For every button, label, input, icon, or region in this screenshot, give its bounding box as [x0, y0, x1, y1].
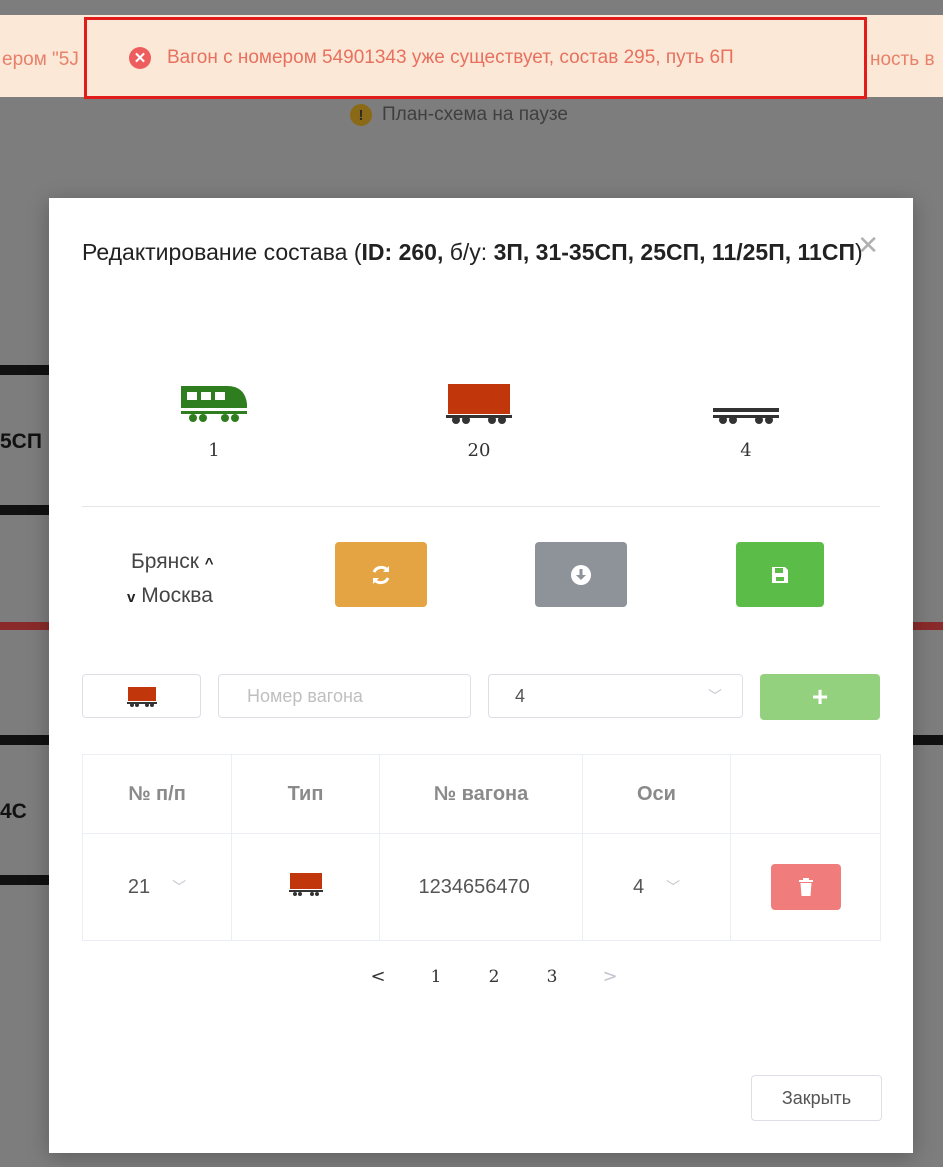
close-button[interactable]: Закрыть [751, 1075, 882, 1121]
route-to: Москва [141, 584, 213, 607]
close-icon[interactable]: ✕ [857, 232, 879, 258]
download-button[interactable] [535, 542, 627, 607]
row-type [231, 833, 380, 941]
edit-train-modal: Редактирование состава (ID: 260, б/у: 3П… [49, 198, 913, 1153]
pause-notice-text: План-схема на паузе [382, 104, 568, 125]
table-header-row: № п/п Тип № вагона Оси [82, 754, 881, 834]
save-button[interactable] [736, 542, 824, 607]
row-index-value: 21 [127, 875, 151, 898]
freight-wagon-icon [126, 687, 157, 707]
divider [82, 506, 880, 507]
freight-wagon-icon [288, 873, 323, 896]
wagon-count: 20 [419, 378, 539, 461]
header-index: № п/п [82, 754, 232, 834]
track-label: 5СП [0, 430, 42, 453]
freight-wagon-icon [446, 384, 512, 424]
error-toast: ✕ Вагон с номером 54901343 уже существуе… [84, 17, 867, 99]
axles-select-value: 4 [515, 685, 526, 706]
title-prefix: Редактирование состава ( [82, 239, 362, 265]
header-actions [730, 754, 881, 834]
header-wagon-number: № вагона [379, 754, 583, 834]
track-line [913, 735, 943, 745]
table-row: 21 ﹀ 1234656470 4 ﹀ [82, 833, 881, 941]
locomotive-count-value: 1 [208, 440, 220, 461]
row-index-select[interactable]: 21 ﹀ [82, 833, 232, 941]
wagon-number-field[interactable] [218, 674, 471, 718]
track-list: 3П, 31-35СП, 25СП, 11/25П, 11СП [493, 239, 855, 265]
row-wagon-number[interactable]: 1234656470 [379, 833, 583, 941]
header-axles: Оси [582, 754, 731, 834]
wagon-table: № п/п Тип № вагона Оси 21 ﹀ 1234656470 4… [82, 754, 881, 941]
chevron-down-icon: ﹀ [172, 879, 187, 895]
delete-row-button[interactable] [770, 864, 841, 910]
track-line [0, 365, 50, 375]
trash-icon [798, 878, 813, 896]
warning-icon: ! [350, 104, 372, 126]
row-actions [730, 833, 881, 941]
pagination: < 1 2 3 > [349, 966, 639, 987]
track-line-red [913, 622, 943, 630]
row-axles-value: 4 [632, 875, 645, 898]
track-label: 4С [0, 800, 27, 823]
refresh-icon [372, 565, 390, 584]
train-id: ID: 260, [361, 239, 444, 265]
title-mid: б/у: [443, 239, 494, 265]
flatcar-count: 4 [686, 378, 806, 461]
page-3[interactable]: 3 [523, 967, 581, 987]
header-type: Тип [231, 754, 380, 834]
wagon-type-select[interactable] [82, 674, 201, 718]
axles-select[interactable]: 4 ﹀ [488, 674, 743, 718]
row-axles-select[interactable]: 4 ﹀ [582, 833, 731, 941]
chevron-down-icon: ﹀ [666, 879, 681, 895]
track-line-red [0, 622, 50, 630]
next-page-button[interactable]: > [581, 966, 639, 987]
pause-notice: ! План-схема на паузе [350, 104, 568, 126]
route-direction[interactable]: Брянск ^ v Москва [127, 546, 214, 614]
refresh-button[interactable] [335, 542, 427, 607]
add-wagon-button[interactable]: + [760, 674, 880, 720]
error-toast-message: Вагон с номером 54901343 уже существует,… [167, 47, 734, 68]
modal-title: Редактирование состава (ID: 260, б/у: 3П… [82, 234, 882, 271]
chevron-down-icon: v [127, 589, 136, 606]
locomotive-icon [181, 386, 247, 422]
toast-overflow-right: ность в [870, 49, 935, 70]
chevron-up-icon: ^ [204, 555, 214, 572]
save-icon [772, 566, 788, 583]
track-line [0, 505, 50, 515]
row-wagon-number-value: 1234656470 [418, 875, 530, 898]
wagon-count-value: 20 [467, 440, 491, 461]
chevron-down-icon: ﹀ [708, 688, 722, 704]
track-line [0, 735, 50, 745]
flatcar-count-value: 4 [740, 440, 752, 461]
page-1[interactable]: 1 [407, 967, 465, 987]
route-from: Брянск [131, 550, 199, 573]
wagon-number-input[interactable] [245, 684, 470, 708]
toast-overflow-left: ером "5Ј [2, 49, 79, 70]
track-line [0, 875, 50, 885]
error-circle-icon: ✕ [129, 47, 151, 69]
download-icon [571, 564, 591, 585]
locomotive-count: 1 [154, 378, 274, 461]
flatcar-icon [713, 408, 779, 424]
page-2[interactable]: 2 [465, 967, 523, 987]
prev-page-button[interactable]: < [349, 966, 407, 987]
